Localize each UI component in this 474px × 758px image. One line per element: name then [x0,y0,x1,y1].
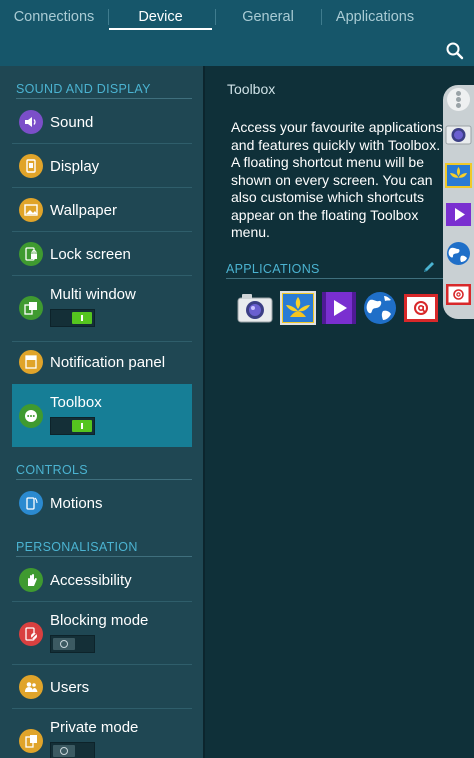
wallpaper-icon [19,198,43,222]
hand-icon [19,568,43,592]
dots-icon[interactable] [447,88,470,111]
toolbox-icon [19,404,43,428]
toolbox-switch[interactable] [50,417,95,435]
camera-icon[interactable] [237,291,273,325]
blocking-mode-switch[interactable] [50,635,95,653]
speaker-icon [19,110,43,134]
internet-icon[interactable] [362,291,398,325]
list-item-label: Users [50,679,90,696]
section-header-personalisation: PERSONALISATION [16,540,192,557]
list-item-users[interactable]: Users [12,665,192,709]
list-item-label: Motions [50,495,103,512]
list-item-sound[interactable]: Sound [12,100,192,144]
camera-icon[interactable] [445,121,472,146]
private-mode-switch[interactable] [50,742,95,758]
email-icon[interactable] [445,282,472,307]
tab-general[interactable]: General [216,0,320,34]
multi-window-icon [19,296,43,320]
list-item-label: Blocking mode [50,612,149,629]
gallery-icon[interactable] [445,163,472,188]
list-item-label: Private mode [50,719,139,736]
list-item-toolbox[interactable]: Toolbox [12,384,192,447]
detail-pane: Toolbox Access your favourite applicatio… [205,66,474,758]
list-item-private-mode[interactable]: Private mode [12,709,192,758]
list-item-label: Display [50,158,100,175]
switch-knob [53,745,75,757]
list-item-label: Notification panel [50,354,166,371]
search-icon[interactable] [444,40,466,62]
display-icon [19,154,43,178]
settings-list: SOUND AND DISPLAY Sound Display Wallpape… [0,66,203,758]
list-item-label: Toolbox [50,394,102,411]
list-item-label: Wallpaper [50,202,117,219]
top-bar: Connections Device General Applications [0,0,474,66]
list-item-label: Sound [50,114,94,131]
notification-panel-icon [19,350,43,374]
multi-window-switch[interactable] [50,309,95,327]
switch-knob [72,420,92,432]
internet-icon[interactable] [445,241,472,266]
list-item-accessibility[interactable]: Accessibility [12,558,192,602]
video-icon[interactable] [445,202,472,227]
detail-title: Toolbox [227,81,276,97]
motions-icon [19,491,43,515]
list-item-motions[interactable]: Motions [12,481,192,525]
tab-bar: Connections Device General Applications [0,0,474,34]
detail-description: Access your favourite applications and f… [231,119,443,240]
section-header-sound-display: SOUND AND DISPLAY [16,82,192,99]
pencil-icon[interactable] [422,260,436,274]
list-item-display[interactable]: Display [12,144,192,188]
private-mode-icon [19,729,43,753]
list-item-lock-screen[interactable]: Lock screen [12,232,192,276]
floating-toolbox[interactable] [443,85,474,319]
switch-knob [72,312,92,324]
tab-applications[interactable]: Applications [322,0,428,34]
list-item-blocking-mode[interactable]: Blocking mode [12,602,192,665]
list-item-multi-window[interactable]: Multi window [12,276,192,342]
list-item-label: Multi window [50,286,136,303]
active-tab-indicator [109,28,212,30]
lock-icon [19,242,43,266]
list-item-label: Lock screen [50,246,131,263]
users-icon [19,675,43,699]
blocking-mode-icon [19,622,43,646]
list-item-wallpaper[interactable]: Wallpaper [12,188,192,232]
video-icon[interactable] [321,291,357,325]
switch-knob [53,638,75,650]
list-item-notification-panel[interactable]: Notification panel [12,342,192,384]
tab-connections[interactable]: Connections [0,0,108,34]
gallery-icon[interactable] [280,291,316,325]
list-item-label: Accessibility [50,572,132,589]
section-header-controls: CONTROLS [16,463,192,480]
email-icon[interactable] [403,291,439,325]
